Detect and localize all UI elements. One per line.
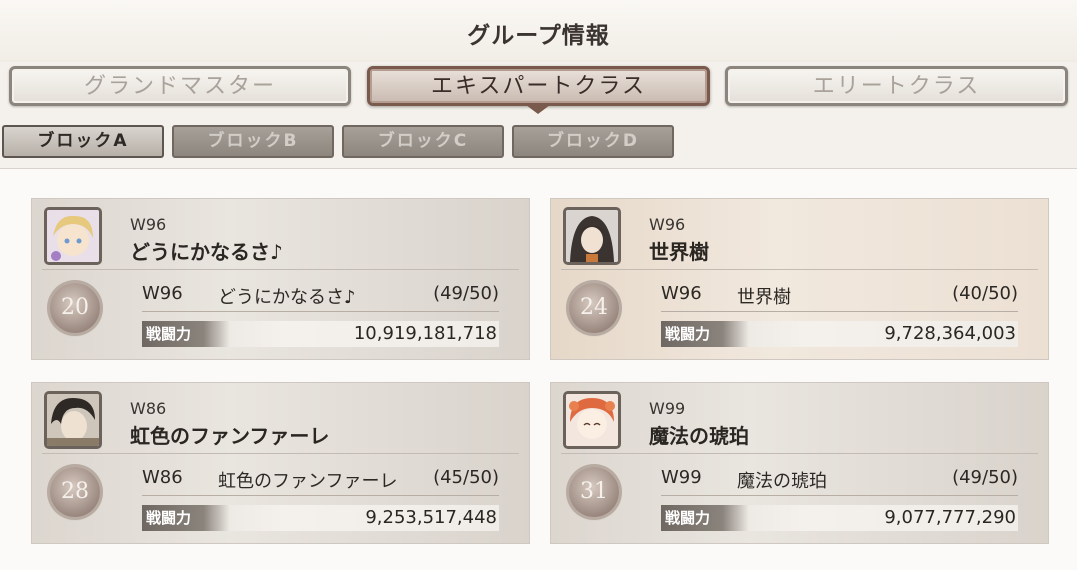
guild-name-detail: 世界樹	[737, 287, 791, 308]
avatar-portrait-icon	[566, 394, 618, 446]
tab-expert-class[interactable]: エキスパートクラス	[367, 66, 710, 106]
power-bar: 戦闘力 9,728,364,003	[661, 321, 1018, 347]
guild-avatar	[563, 391, 621, 449]
power-label: 戦闘力	[142, 505, 230, 531]
tab-elite-class[interactable]: エリートクラス	[725, 66, 1068, 106]
block-tab-d[interactable]: ブロックD	[512, 125, 674, 158]
guild-server-detail: W96	[142, 283, 183, 304]
guild-server-detail: W86	[142, 467, 183, 488]
guild-name-detail: 魔法の琥珀	[737, 471, 827, 492]
power-value: 9,077,777,290	[884, 507, 1016, 528]
divider	[561, 453, 1038, 454]
rank-badge: 28	[50, 467, 100, 517]
guild-server: W96	[130, 215, 167, 234]
header-bar: グループ情報	[0, 0, 1077, 62]
guild-card[interactable]: W99 魔法の琥珀 31 W99 魔法の琥珀 (49/50) 戦闘力 9,077…	[550, 382, 1049, 544]
divider	[42, 269, 519, 270]
power-bar: 戦闘力 10,919,181,718	[142, 321, 499, 347]
member-count: (40/50)	[952, 283, 1018, 304]
block-tab-a[interactable]: ブロックA	[2, 125, 164, 158]
avatar-portrait-icon	[47, 210, 99, 262]
guild-server-detail: W99	[661, 467, 702, 488]
member-count: (49/50)	[433, 283, 499, 304]
guild-name: 世界樹	[649, 240, 709, 264]
block-tab-c[interactable]: ブロックC	[342, 125, 504, 158]
power-bar: 戦闘力 9,253,517,448	[142, 505, 499, 531]
guild-server: W99	[649, 399, 686, 418]
guild-server: W96	[649, 215, 686, 234]
guild-server-detail: W96	[661, 283, 702, 304]
rank-badge: 31	[569, 467, 619, 517]
power-value: 10,919,181,718	[353, 323, 497, 344]
power-label: 戦闘力	[142, 321, 230, 347]
power-value: 9,253,517,448	[365, 507, 497, 528]
guild-card[interactable]: W96 世界樹 24 W96 世界樹 (40/50) 戦闘力 9,728,364…	[550, 198, 1049, 360]
guild-name: どうにかなるさ♪	[130, 240, 283, 264]
avatar-portrait-icon	[566, 210, 618, 262]
guild-card[interactable]: W96 どうにかなるさ♪ 20 W96 どうにかなるさ♪ (49/50) 戦闘力…	[31, 198, 530, 360]
tab-grandmaster[interactable]: グランドマスター	[9, 66, 351, 106]
guild-name: 魔法の琥珀	[649, 424, 749, 448]
divider	[142, 495, 499, 496]
member-count: (45/50)	[433, 467, 499, 488]
guild-name-detail: 虹色のファンファーレ	[218, 471, 398, 492]
power-label: 戦闘力	[661, 505, 749, 531]
power-value: 9,728,364,003	[884, 323, 1016, 344]
guild-name: 虹色のファンファーレ	[130, 424, 330, 448]
divider	[661, 311, 1018, 312]
power-bar: 戦闘力 9,077,777,290	[661, 505, 1018, 531]
guild-card-header	[551, 383, 1048, 453]
divider	[661, 495, 1018, 496]
guild-avatar	[44, 207, 102, 265]
guild-server: W86	[130, 399, 167, 418]
page-title: グループ情報	[467, 22, 610, 49]
active-tab-pointer-icon	[526, 105, 550, 114]
divider	[561, 269, 1038, 270]
rank-badge: 24	[569, 283, 619, 333]
guild-name-detail: どうにかなるさ♪	[218, 287, 356, 308]
divider	[42, 453, 519, 454]
guild-card[interactable]: W86 虹色のファンファーレ 28 W86 虹色のファンファーレ (45/50)…	[31, 382, 530, 544]
guild-avatar	[563, 207, 621, 265]
divider	[142, 311, 499, 312]
block-tab-b[interactable]: ブロックB	[172, 125, 334, 158]
rank-badge: 20	[50, 283, 100, 333]
member-count: (49/50)	[952, 467, 1018, 488]
avatar-portrait-icon	[47, 394, 99, 446]
guild-avatar	[44, 391, 102, 449]
guild-card-header	[551, 199, 1048, 269]
power-label: 戦闘力	[661, 321, 749, 347]
